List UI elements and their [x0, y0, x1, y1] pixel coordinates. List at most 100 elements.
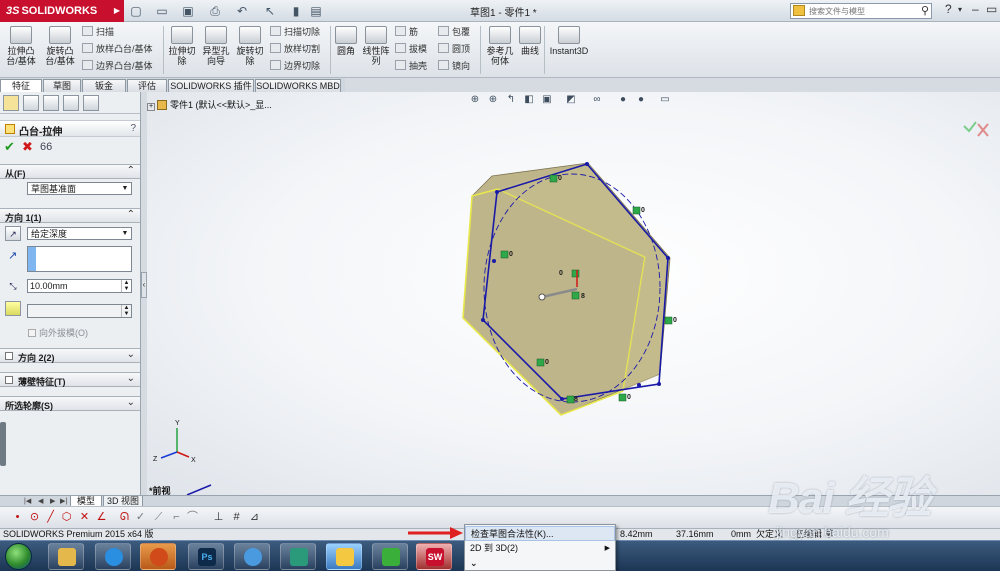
end-condition-select[interactable]: 给定深度 ▼: [27, 227, 132, 240]
direction-selection-box[interactable]: [27, 246, 132, 272]
section-thin-feature[interactable]: 薄壁特征(T) ⌄: [0, 372, 140, 387]
polygon-icon[interactable]: ⬡: [60, 511, 73, 524]
extrude-cut-button[interactable]: 拉伸切 除: [166, 26, 198, 66]
section-selected-contours[interactable]: 所选轮廓(S) ⌄: [0, 396, 140, 411]
dome-button[interactable]: 圆顶: [438, 42, 470, 56]
previous-tab-icon[interactable]: ◀: [38, 497, 43, 505]
search-box[interactable]: ⚲: [790, 3, 932, 19]
trim-icon[interactable]: ✕: [78, 511, 91, 524]
from-select[interactable]: 草图基准面 ▼: [27, 182, 132, 195]
draft-angle-input[interactable]: ▲ ▼: [27, 304, 132, 318]
display-style-icon[interactable]: ◩: [565, 94, 577, 106]
configuration-manager-icon[interactable]: [43, 95, 59, 111]
taskbar-app-blue[interactable]: [326, 543, 362, 570]
undo-icon[interactable]: ↶: [234, 3, 250, 19]
revolve-boss-button[interactable]: 旋转凸 台/基体: [44, 26, 76, 66]
swept-cut-button[interactable]: 扫描切除: [270, 25, 320, 39]
taskbar-globe[interactable]: [234, 543, 270, 570]
preview-glasses-icon[interactable]: 66: [40, 140, 52, 154]
chevron-down-icon[interactable]: ⌄: [127, 397, 135, 408]
chevron-down-icon[interactable]: ⌄: [127, 373, 135, 384]
taskbar-explorer[interactable]: [48, 543, 84, 570]
tab-mbd[interactable]: SOLIDWORKS MBD: [255, 79, 341, 92]
tab-addins[interactable]: SOLIDWORKS 插件: [168, 79, 254, 92]
first-tab-icon[interactable]: |◀: [24, 497, 31, 505]
mirror-entities-icon[interactable]: ⟋: [152, 511, 165, 524]
new-document-icon[interactable]: ▢: [128, 3, 144, 19]
shell-button[interactable]: 抽壳: [395, 59, 427, 73]
search-input[interactable]: [809, 5, 909, 17]
graphics-area[interactable]: Y Z X 0 0 0 0 0 0 0 8 8 + 零件1 (默认<<默认>_显.…: [147, 92, 1000, 495]
options-icon[interactable]: ▤: [308, 3, 324, 19]
instant3d-button[interactable]: Instant3D: [548, 26, 590, 56]
section-direction1[interactable]: 方向 1(1) ⌃: [0, 208, 140, 223]
dropdown-arrow-icon[interactable]: ▼: [119, 183, 131, 194]
lofted-cut-button[interactable]: 放样切割: [270, 42, 320, 56]
previous-view-icon[interactable]: ↰: [505, 94, 517, 106]
line-icon[interactable]: ╱: [44, 511, 57, 524]
open-document-icon[interactable]: ▭: [154, 3, 170, 19]
taskbar-photoshop[interactable]: Ps: [188, 543, 224, 570]
restore-icon[interactable]: ▭: [986, 2, 997, 16]
zoom-to-area-icon[interactable]: ⊕: [487, 94, 499, 106]
help-button[interactable]: ?: [945, 2, 952, 16]
grid-icon[interactable]: #: [230, 511, 243, 524]
taskbar-browser[interactable]: [95, 543, 131, 570]
menu-item-check-sketch[interactable]: 检查草图合法性(K)...: [465, 526, 615, 541]
draft-outward-checkbox[interactable]: 向外拔模(O): [28, 326, 88, 339]
revolve-cut-button[interactable]: 旋转切 除: [234, 26, 266, 66]
smart-dimension-icon[interactable]: ⊥: [212, 511, 225, 524]
solidworks-logo[interactable]: 3S SOLIDWORKS ▶: [0, 0, 124, 22]
select-icon[interactable]: ↖: [262, 3, 278, 19]
offset-icon[interactable]: ᘏ: [118, 511, 131, 524]
feature-tree-icon[interactable]: [3, 95, 19, 111]
boundary-cut-button[interactable]: 边界切除: [270, 59, 320, 73]
tab-sketch[interactable]: 草图: [43, 79, 81, 92]
depth-input[interactable]: 10.00mm ▲ ▼: [27, 279, 132, 293]
tab-evaluate[interactable]: 评估: [127, 79, 167, 92]
curves-button[interactable]: 曲线: [514, 26, 546, 56]
draft-button[interactable]: 拔模: [395, 42, 427, 56]
expand-icon[interactable]: +: [147, 103, 155, 111]
minimize-icon[interactable]: –: [972, 2, 979, 16]
reference-geometry-button[interactable]: 参考几 何体: [484, 26, 516, 66]
taskbar-qq[interactable]: [280, 543, 316, 570]
direction2-checkbox[interactable]: [5, 352, 13, 360]
rib-button[interactable]: 筋: [395, 25, 418, 39]
extend-icon[interactable]: ∠: [95, 511, 108, 524]
taskbar-solidworks[interactable]: SW: [416, 543, 452, 570]
last-tab-icon[interactable]: ▶|: [60, 497, 67, 505]
next-tab-icon[interactable]: ▶: [50, 497, 55, 505]
reverse-direction-icon[interactable]: ↗: [5, 226, 21, 241]
mirror-button[interactable]: 镜向: [438, 59, 470, 73]
extrude-boss-button[interactable]: 拉伸凸 台/基体: [5, 26, 37, 66]
hole-wizard-button[interactable]: 异型孔 向导: [200, 26, 232, 66]
apply-scene-icon[interactable]: ●: [635, 94, 647, 106]
display-manager-icon[interactable]: [83, 95, 99, 111]
dropdown-arrow-icon[interactable]: ▼: [119, 228, 131, 239]
spin-arrows-icon[interactable]: ▲ ▼: [121, 280, 131, 292]
search-icon[interactable]: ⚲: [921, 4, 929, 17]
boundary-boss-button[interactable]: 边界凸台/基体: [82, 59, 153, 73]
section-from[interactable]: 从(F) ⌃: [0, 164, 140, 179]
sweep-button[interactable]: 扫描: [82, 25, 114, 39]
cancel-x-icon[interactable]: ✖: [22, 140, 33, 154]
draft-on-off-icon[interactable]: [5, 301, 21, 316]
circle-icon[interactable]: ⊙: [28, 511, 41, 524]
taskbar-app-orange[interactable]: [140, 543, 176, 570]
save-icon[interactable]: ▣: [180, 3, 196, 19]
edit-appearance-icon[interactable]: ●: [617, 94, 629, 106]
menu-arrow-icon[interactable]: ▶: [114, 0, 120, 22]
view-orientation-icon[interactable]: ▣: [541, 94, 553, 106]
help-dropdown-icon[interactable]: ▾: [958, 5, 962, 14]
chevron-up-icon[interactable]: ⌃: [127, 165, 135, 176]
start-button[interactable]: [5, 543, 32, 570]
tab-features[interactable]: 特征: [0, 79, 42, 92]
spin-arrows-icon[interactable]: ▲ ▼: [121, 305, 131, 317]
section-view-icon[interactable]: ◧: [523, 94, 535, 106]
chevron-up-icon[interactable]: ⌃: [127, 209, 135, 220]
fillet-sketch-icon[interactable]: ⌒: [186, 511, 199, 524]
tab-sheet-metal[interactable]: 钣金: [82, 79, 126, 92]
thin-feature-checkbox[interactable]: [5, 376, 13, 384]
convert-entities-icon[interactable]: ✓: [134, 511, 147, 524]
